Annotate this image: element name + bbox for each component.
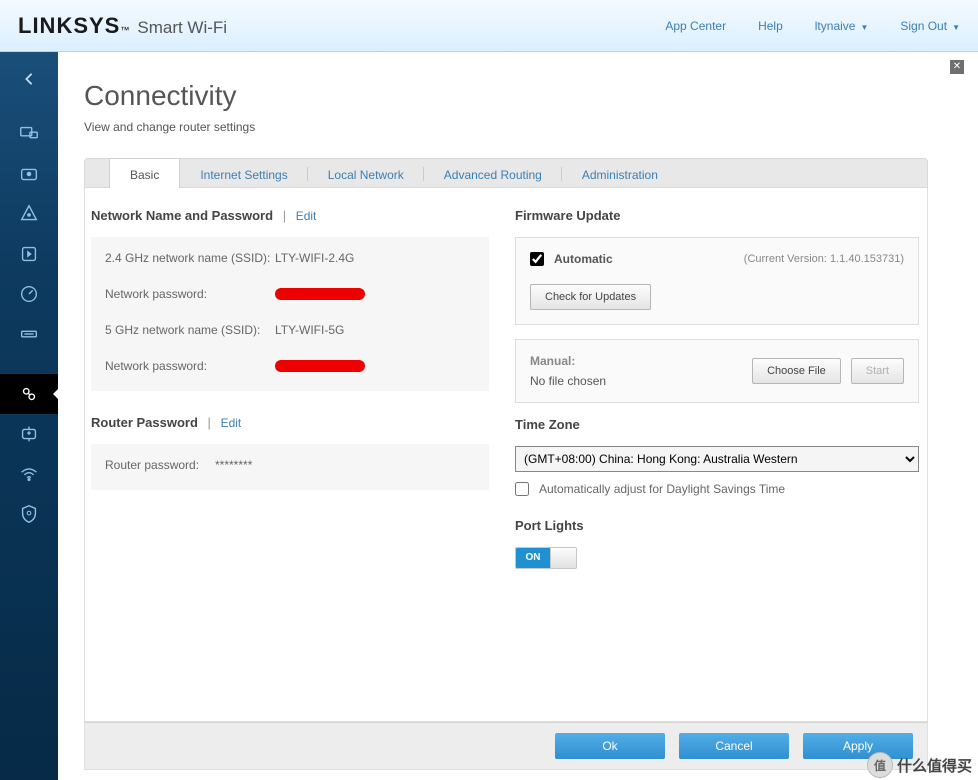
- timezone-heading: Time Zone: [515, 417, 919, 432]
- router-pw-card: Router password: ********: [91, 444, 489, 490]
- tab-basic[interactable]: Basic: [109, 158, 180, 188]
- sidebar-back[interactable]: [0, 64, 58, 94]
- page-subtitle: View and change router settings: [84, 120, 968, 134]
- firmware-auto-label: Automatic: [554, 252, 613, 266]
- sidebar-item-speed[interactable]: [0, 274, 58, 314]
- close-icon[interactable]: ✕: [950, 60, 964, 74]
- firmware-manual-box: Manual: No file chosen Choose File Start: [515, 339, 919, 403]
- router-pw-heading-text: Router Password: [91, 415, 198, 430]
- ssid5-value: LTY-WIFI-5G: [275, 323, 344, 337]
- content-panel: ✕ Connectivity View and change router se…: [58, 52, 978, 780]
- dst-label: Automatically adjust for Daylight Saving…: [539, 482, 785, 496]
- page-title: Connectivity: [84, 80, 968, 112]
- firmware-version: (Current Version: 1.1.40.153731): [744, 253, 904, 265]
- sidebar-item-troubleshoot[interactable]: [0, 414, 58, 454]
- network-card: 2.4 GHz network name (SSID): LTY-WIFI-2.…: [91, 237, 489, 391]
- router-pw-label: Router password:: [105, 458, 215, 472]
- tabs: Basic Internet Settings Local Network Ad…: [84, 158, 928, 188]
- pass24-redacted: [275, 288, 365, 300]
- cancel-button[interactable]: Cancel: [679, 733, 789, 759]
- start-button: Start: [851, 358, 904, 384]
- ok-button[interactable]: Ok: [555, 733, 665, 759]
- toggle-on-label: ON: [516, 548, 550, 568]
- sidebar-item-guest[interactable]: [0, 154, 58, 194]
- timezone-select[interactable]: (GMT+08:00) China: Hong Kong: Australia …: [515, 446, 919, 472]
- firmware-auto-checkbox[interactable]: [530, 252, 544, 266]
- brand-tm: ™: [120, 25, 129, 35]
- sidebar-item-parental[interactable]: [0, 194, 58, 234]
- port-lights-toggle[interactable]: ON: [515, 547, 577, 569]
- nav-user-menu[interactable]: ltynaive: [815, 19, 869, 33]
- firmware-auto-box: Automatic (Current Version: 1.1.40.15373…: [515, 237, 919, 325]
- nav-app-center[interactable]: App Center: [665, 19, 726, 33]
- sidebar: [0, 52, 58, 780]
- tab-administration[interactable]: Administration: [562, 159, 678, 189]
- brand-name: LINKSYS: [18, 13, 120, 39]
- watermark: 值 什么值得买: [867, 752, 972, 778]
- sidebar-item-security[interactable]: [0, 494, 58, 534]
- network-heading: Network Name and Password | Edit: [91, 208, 489, 223]
- sidebar-item-devices[interactable]: [0, 114, 58, 154]
- pass5-redacted: [275, 360, 365, 372]
- brand-tagline: Smart Wi-Fi: [137, 18, 227, 38]
- firmware-no-file: No file chosen: [530, 374, 606, 388]
- tab-advanced-routing[interactable]: Advanced Routing: [424, 159, 562, 189]
- nav-help[interactable]: Help: [758, 19, 783, 33]
- sidebar-item-connectivity[interactable]: [0, 374, 58, 414]
- port-lights-heading: Port Lights: [515, 518, 919, 533]
- router-pw-edit-link[interactable]: Edit: [221, 416, 242, 430]
- sidebar-item-usb[interactable]: [0, 314, 58, 354]
- tab-internet-settings[interactable]: Internet Settings: [180, 159, 307, 189]
- sidebar-item-media[interactable]: [0, 234, 58, 274]
- network-heading-text: Network Name and Password: [91, 208, 273, 223]
- pass5-label: Network password:: [105, 359, 275, 373]
- toggle-knob: [550, 548, 576, 568]
- top-header: LINKSYS™ Smart Wi-Fi App Center Help lty…: [0, 0, 978, 52]
- watermark-text: 什么值得买: [897, 755, 972, 776]
- network-edit-link[interactable]: Edit: [296, 209, 317, 223]
- sidebar-item-wireless[interactable]: [0, 454, 58, 494]
- dst-checkbox[interactable]: [515, 482, 529, 496]
- pass24-label: Network password:: [105, 287, 275, 301]
- watermark-icon: 值: [867, 752, 893, 778]
- router-pw-heading: Router Password | Edit: [91, 415, 489, 430]
- firmware-manual-label: Manual:: [530, 354, 752, 368]
- ssid24-value: LTY-WIFI-2.4G: [275, 251, 354, 265]
- check-updates-button[interactable]: Check for Updates: [530, 284, 651, 310]
- router-pw-value: ********: [215, 458, 252, 472]
- top-nav: App Center Help ltynaive Sign Out: [665, 19, 960, 33]
- ssid24-label: 2.4 GHz network name (SSID):: [105, 251, 275, 265]
- nav-sign-out[interactable]: Sign Out: [900, 19, 960, 33]
- tab-local-network[interactable]: Local Network: [308, 159, 424, 189]
- firmware-heading: Firmware Update: [515, 208, 919, 223]
- footer-buttons: Ok Cancel Apply: [84, 722, 928, 770]
- choose-file-button[interactable]: Choose File: [752, 358, 841, 384]
- ssid5-label: 5 GHz network name (SSID):: [105, 323, 275, 337]
- brand-logo: LINKSYS™ Smart Wi-Fi: [18, 13, 227, 39]
